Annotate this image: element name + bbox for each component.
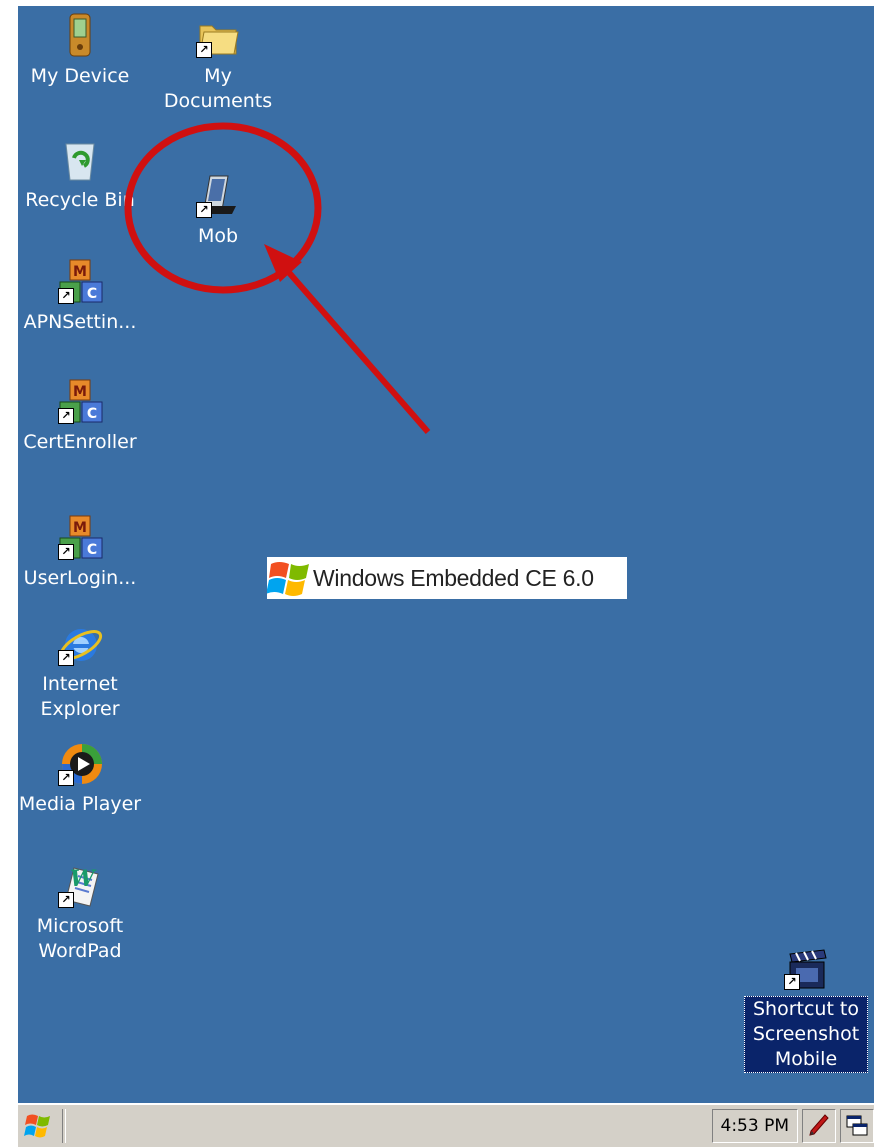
icon-label: Microsoft WordPad [36, 915, 124, 962]
svg-text:W: W [70, 866, 97, 892]
wordpad-icon: W ↗ [56, 862, 104, 910]
icon-label: Shortcut to Screenshot Mobile [744, 996, 868, 1073]
shortcut-arrow-icon: ↗ [784, 974, 800, 990]
mc-blocks-icon: MC ↗ [56, 258, 104, 306]
shortcut-arrow-icon: ↗ [196, 42, 212, 58]
shortcut-arrow-icon: ↗ [196, 202, 212, 218]
pocket-pc-icon: ↗ [194, 172, 242, 220]
start-button[interactable] [24, 1111, 54, 1141]
svg-text:M: M [73, 384, 87, 400]
windows-flag-icon [24, 1114, 50, 1138]
svg-text:C: C [87, 406, 97, 422]
folder-icon: ↗ [194, 12, 242, 60]
taskbar: 4:53 PM [18, 1103, 874, 1147]
desktop-icon-mob[interactable]: ↗ Mob [156, 172, 280, 249]
svg-text:M: M [73, 520, 87, 536]
desktop-icon-screenshot-mobile[interactable]: ↗ Shortcut to Screenshot Mobile [744, 944, 868, 1073]
icon-label: Mob [197, 225, 239, 247]
pda-device-icon [56, 12, 104, 60]
media-player-icon: ↗ [56, 740, 104, 788]
clapperboard-icon: ↗ [782, 944, 830, 992]
system-tray: 4:53 PM [711, 1105, 874, 1147]
icon-label: My Device [30, 65, 130, 87]
shortcut-arrow-icon: ↗ [58, 892, 74, 908]
desktop-icon-recycle-bin[interactable]: Recycle Bin [18, 136, 142, 213]
desktop-icon-userlogin[interactable]: MC ↗ UserLogin... [18, 514, 142, 591]
mc-blocks-icon: MC ↗ [56, 514, 104, 562]
windows-embedded-logo: Windows Embedded CE 6.0 [267, 557, 627, 599]
desktop-icon-my-documents[interactable]: ↗ My Documents [156, 12, 280, 114]
desktop-icon-my-device[interactable]: My Device [18, 12, 142, 89]
shortcut-arrow-icon: ↗ [58, 650, 74, 666]
desktop-switch-icon[interactable] [840, 1109, 874, 1143]
desktop-icon-certenroller[interactable]: MC ↗ CertEnroller [18, 378, 142, 455]
icon-label: My Documents [163, 65, 273, 112]
svg-text:C: C [87, 286, 97, 302]
pen-input-icon[interactable] [802, 1109, 836, 1143]
left-margin [0, 0, 18, 1147]
mc-blocks-icon: MC ↗ [56, 378, 104, 426]
taskbar-separator [62, 1109, 66, 1143]
shortcut-arrow-icon: ↗ [58, 770, 74, 786]
desktop-icon-internet-explorer[interactable]: ↗ Internet Explorer [18, 620, 142, 722]
icon-label: APNSettin... [23, 311, 137, 333]
desktop-icon-apnsettings[interactable]: MC ↗ APNSettin... [18, 258, 142, 335]
icon-label: CertEnroller [23, 431, 137, 453]
desktop-icon-wordpad[interactable]: W ↗ Microsoft WordPad [18, 862, 142, 964]
logo-text: Windows Embedded CE 6.0 [313, 564, 594, 591]
windows-flag-logo-icon [267, 562, 309, 596]
icon-label: Internet Explorer [40, 673, 120, 720]
shortcut-arrow-icon: ↗ [58, 288, 74, 304]
desktop[interactable]: My Device ↗ My Documents Recycle Bin ↗ M… [18, 6, 874, 1103]
svg-text:C: C [87, 542, 97, 558]
icon-label: Recycle Bin [25, 189, 135, 211]
svg-text:M: M [73, 264, 87, 280]
recycle-bin-icon [56, 136, 104, 184]
internet-explorer-icon: ↗ [56, 620, 104, 668]
shortcut-arrow-icon: ↗ [58, 408, 74, 424]
icon-label: Media Player [18, 793, 142, 815]
icon-label: UserLogin... [23, 567, 137, 589]
shortcut-arrow-icon: ↗ [58, 544, 74, 560]
desktop-icon-media-player[interactable]: ↗ Media Player [18, 740, 142, 817]
clock[interactable]: 4:53 PM [711, 1109, 798, 1143]
